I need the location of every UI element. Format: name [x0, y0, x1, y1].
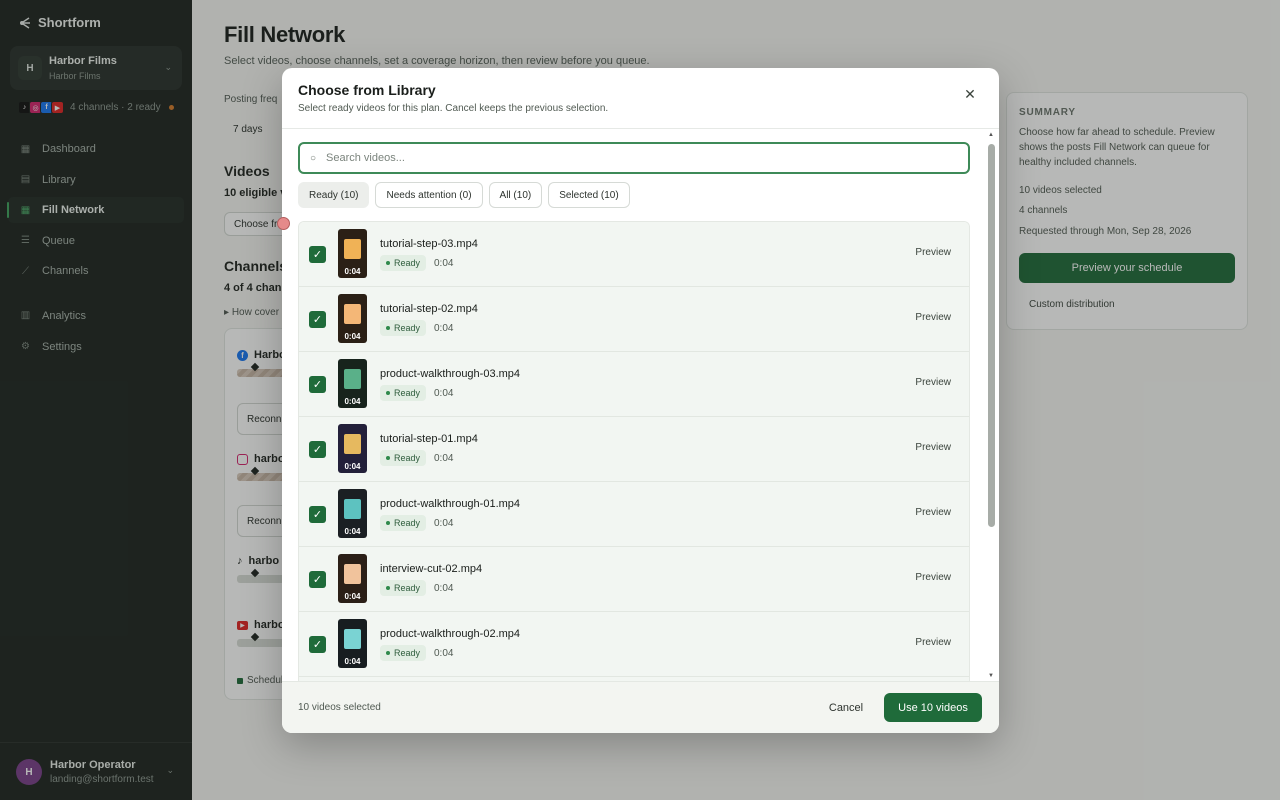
video-filename: product-walkthrough-02.mp4 — [380, 628, 521, 640]
video-filename: interview-cut-02.mp4 — [380, 563, 483, 575]
scroll-down-icon[interactable]: ▼ — [988, 673, 994, 679]
filter-tabs: Ready (10) Needs attention (0) All (10) … — [298, 182, 630, 208]
checkbox-checked[interactable]: ✓ — [309, 636, 326, 653]
list-item[interactable]: ✓ 0:04 product-walkthrough-01.mp4 Ready … — [299, 482, 969, 547]
status-badge: Ready — [380, 320, 427, 336]
list-item[interactable]: ✓ 0:04 tutorial-step-02.mp4 Ready 0:04 P… — [299, 287, 969, 352]
video-duration: 0:04 — [434, 583, 454, 594]
preview-button[interactable]: Preview — [915, 312, 951, 323]
thumbnail-art — [344, 304, 361, 324]
checkbox-checked[interactable]: ✓ — [309, 506, 326, 523]
video-filename: product-walkthrough-01.mp4 — [380, 498, 521, 510]
choose-from-library-dialog: Choose from Library Select ready videos … — [282, 68, 999, 733]
thumbnail-art — [344, 499, 361, 519]
scroll-up-icon[interactable]: ▲ — [988, 132, 994, 138]
preview-button[interactable]: Preview — [915, 442, 951, 453]
checkbox-checked[interactable]: ✓ — [309, 311, 326, 328]
video-thumbnail: 0:04 — [338, 619, 367, 668]
video-thumbnail: 0:04 — [338, 294, 367, 343]
list-item[interactable]: ✓ 0:04 product-walkthrough-02.mp4 Ready … — [299, 612, 969, 677]
status-badge: Ready — [380, 645, 427, 661]
checkbox-checked[interactable]: ✓ — [309, 571, 326, 588]
thumbnail-duration: 0:04 — [344, 527, 361, 536]
list-item[interactable]: ✓ 0:04 tutorial-step-01.mp4 Ready 0:04 P… — [299, 417, 969, 482]
preview-button[interactable]: Preview — [915, 572, 951, 583]
list-item[interactable]: ✓ 0:04 interview-cut-02.mp4 Ready 0:04 P… — [299, 547, 969, 612]
filter-ready[interactable]: Ready (10) — [298, 182, 370, 208]
video-thumbnail: 0:04 — [338, 359, 367, 408]
thumbnail-art — [344, 434, 361, 454]
thumbnail-art — [344, 629, 361, 649]
thumbnail-duration: 0:04 — [344, 592, 361, 601]
video-duration: 0:04 — [434, 323, 454, 334]
filter-selected[interactable]: Selected (10) — [548, 182, 630, 208]
checkbox-checked[interactable]: ✓ — [309, 246, 326, 263]
preview-button[interactable]: Preview — [915, 247, 951, 258]
status-badge: Ready — [380, 255, 427, 271]
mouse-cursor — [277, 217, 290, 230]
list-item[interactable]: ✓ 0:04 product-walkthrough-03.mp4 Ready … — [299, 352, 969, 417]
use-videos-button[interactable]: Use 10 videos — [884, 693, 982, 722]
thumbnail-duration: 0:04 — [344, 462, 361, 471]
status-badge: Ready — [380, 450, 427, 466]
video-filename: tutorial-step-03.mp4 — [380, 238, 478, 250]
video-duration: 0:04 — [434, 648, 454, 659]
video-duration: 0:04 — [434, 388, 454, 399]
scrollbar-thumb[interactable] — [988, 144, 995, 527]
dialog-title: Choose from Library — [298, 82, 436, 98]
search-input[interactable] — [326, 150, 926, 166]
video-thumbnail: 0:04 — [338, 554, 367, 603]
thumbnail-duration: 0:04 — [344, 397, 361, 406]
thumbnail-art — [344, 564, 361, 584]
video-filename: product-walkthrough-03.mp4 — [380, 368, 521, 380]
search-field[interactable]: ○ — [298, 142, 970, 174]
search-icon: ○ — [310, 153, 317, 164]
selected-count: 10 videos selected — [298, 702, 381, 713]
cancel-button[interactable]: Cancel — [819, 694, 873, 722]
divider — [282, 128, 999, 129]
status-badge: Ready — [380, 580, 427, 596]
dialog-subtitle: Select ready videos for this plan. Cance… — [298, 103, 609, 114]
thumbnail-art — [344, 369, 361, 389]
video-list: ✓ 0:04 tutorial-step-03.mp4 Ready 0:04 P… — [298, 221, 970, 681]
status-badge: Ready — [380, 515, 427, 531]
thumbnail-art — [344, 239, 361, 259]
close-icon[interactable]: ✕ — [963, 87, 977, 101]
video-duration: 0:04 — [434, 258, 454, 269]
preview-button[interactable]: Preview — [915, 507, 951, 518]
video-filename: tutorial-step-02.mp4 — [380, 303, 478, 315]
video-thumbnail: 0:04 — [338, 229, 367, 278]
video-filename: tutorial-step-01.mp4 — [380, 433, 478, 445]
checkbox-checked[interactable]: ✓ — [309, 376, 326, 393]
video-thumbnail: 0:04 — [338, 489, 367, 538]
video-duration: 0:04 — [434, 518, 454, 529]
video-duration: 0:04 — [434, 453, 454, 464]
preview-button[interactable]: Preview — [915, 637, 951, 648]
filter-needs-attention[interactable]: Needs attention (0) — [375, 182, 483, 208]
thumbnail-duration: 0:04 — [344, 267, 361, 276]
thumbnail-duration: 0:04 — [344, 657, 361, 666]
thumbnail-duration: 0:04 — [344, 332, 361, 341]
checkbox-checked[interactable]: ✓ — [309, 441, 326, 458]
status-badge: Ready — [380, 385, 427, 401]
list-item[interactable]: ✓ 0:04 tutorial-step-03.mp4 Ready 0:04 P… — [299, 222, 969, 287]
scrollbar[interactable]: ▲ ▼ — [986, 130, 996, 681]
video-thumbnail: 0:04 — [338, 424, 367, 473]
filter-all[interactable]: All (10) — [488, 182, 543, 208]
preview-button[interactable]: Preview — [915, 377, 951, 388]
dialog-footer: 10 videos selected Cancel Use 10 videos — [282, 681, 999, 733]
